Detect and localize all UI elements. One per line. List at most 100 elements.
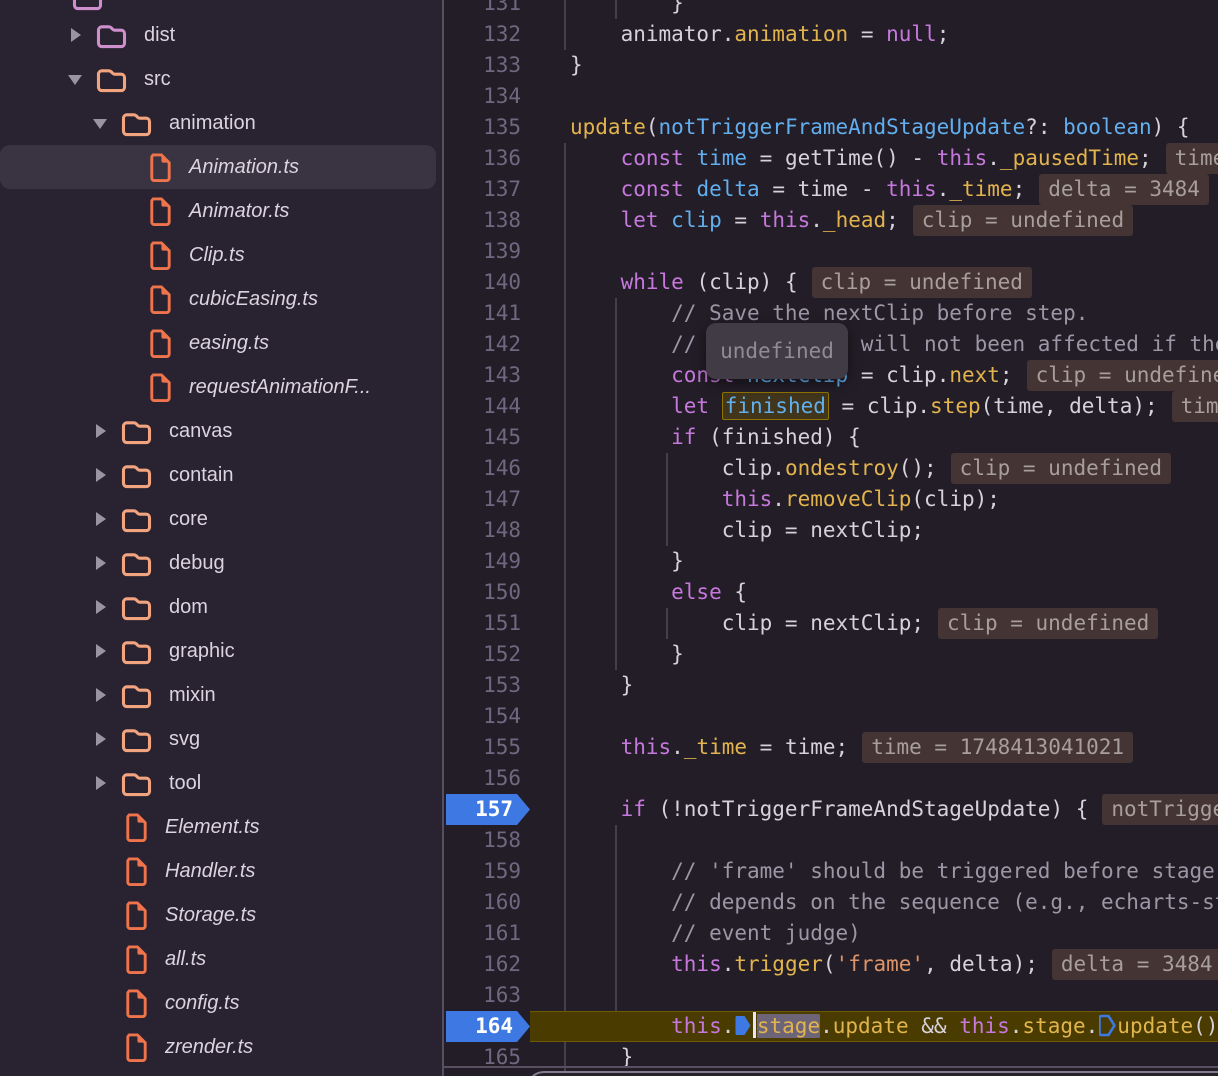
chevron-right-icon[interactable] [68,28,82,42]
code-text: } [570,50,583,81]
tree-item-handler-ts[interactable]: Handler.ts [0,849,442,893]
code-line-139[interactable]: 139 [444,236,1218,267]
inline-breakpoint-hollow-icon[interactable] [1099,1014,1116,1037]
chevron-right-icon[interactable] [93,644,107,658]
code-line-154[interactable]: 154 [444,701,1218,732]
tree-item-easing-ts[interactable]: easing.ts [0,321,442,365]
code-line-146[interactable]: 146 clip.ondestroy();clip = undefined [444,453,1218,484]
indent-guide [564,639,566,670]
code-line-149[interactable]: 149 } [444,546,1218,577]
code-line-144[interactable]: 144 let finished = clip.step(time, delta… [444,391,1218,422]
tree-item-dist[interactable]: dist [0,13,442,57]
inline-breakpoint-icon[interactable] [735,1014,752,1037]
chevron-right-icon[interactable] [93,512,107,526]
tree-item-core[interactable]: core [0,497,442,541]
tree-item-graphic[interactable]: graphic [0,629,442,673]
folder-icon [121,682,152,709]
code-line-162[interactable]: 162 this.trigger('frame', delta);delta =… [444,949,1218,980]
line-number: 150 [444,577,521,608]
code-line-133[interactable]: 133} [444,50,1218,81]
debug-hover-tooltip: undefined [706,323,848,379]
tree-item-storage-ts[interactable]: Storage.ts [0,893,442,937]
code-line-155[interactable]: 155 this._time = time;time = 17484130410… [444,732,1218,763]
code-line-138[interactable]: 138 let clip = this._head;clip = undefin… [444,205,1218,236]
tree-item-animation-ts[interactable]: Animation.ts [0,145,436,189]
token: . [772,487,785,511]
tree-item-contain[interactable]: contain [0,453,442,497]
code-line-158[interactable]: 158 [444,825,1218,856]
code-line-148[interactable]: 148 clip = nextClip; [444,515,1218,546]
code-line-160[interactable]: 160 // depends on the sequence (e.g., ec… [444,887,1218,918]
tree-item-animation[interactable]: animation [0,101,442,145]
code-line-157[interactable]: 157 if (!notTriggerFrameAndStageUpdate) … [444,794,1218,825]
tree-item-all-ts[interactable]: all.ts [0,937,442,981]
code-editor[interactable]: 131 }132 animator.animation = null;133}1… [444,0,1218,1076]
chevron-right-icon[interactable] [93,468,107,482]
code-line-150[interactable]: 150 else { [444,577,1218,608]
chevron-right-icon[interactable] [93,424,107,438]
chevron-down-icon[interactable] [68,72,82,86]
line-number: 140 [444,267,521,298]
line-number: 165 [444,1042,521,1073]
tree-item-requestanimationf-[interactable]: requestAnimationF... [0,365,442,409]
code-line-145[interactable]: 145 if (finished) { [444,422,1218,453]
chevron-right-icon[interactable] [93,732,107,746]
tree-item-config-ts[interactable]: config.ts [0,981,442,1025]
code-line-136[interactable]: 136 const time = getTime() - this._pause… [444,143,1218,174]
code-line-165[interactable]: 165 } [444,1042,1218,1073]
tree-item-tool[interactable]: tool [0,761,442,805]
tree-item-src[interactable]: src [0,57,442,101]
debug-line-badge[interactable]: 164 [446,1011,530,1042]
token: . [671,735,684,759]
tree-item-dom[interactable]: dom [0,585,442,629]
tree-item-animator-ts[interactable]: Animator.ts [0,189,442,233]
token: delta [696,177,759,201]
file-icon [148,241,172,270]
debug-widget-top[interactable] [526,1071,1218,1076]
tree-item-mixin[interactable]: mixin [0,673,442,717]
chevron-right-icon[interactable] [93,776,107,790]
code-line-132[interactable]: 132 animator.animation = null; [444,19,1218,50]
tree-item-zrender-ts[interactable]: zrender.ts [0,1025,442,1069]
tree-item-label: svg [169,728,200,751]
code-line-151[interactable]: 151 clip = nextClip;clip = undefined [444,608,1218,639]
token: removeClip [785,487,911,511]
code-line-131[interactable]: 131 } [444,0,1218,19]
chevron-right-icon[interactable] [93,600,107,614]
token: update [1117,1014,1193,1038]
tree-item-debug[interactable]: debug [0,541,442,585]
chevron-down-icon[interactable] [93,116,107,130]
token: this [570,1014,722,1038]
code-line-164[interactable]: 164 this.stage.update && this.stage.upda… [444,1011,1218,1042]
indent-guide [564,298,566,329]
tree-item-element-ts[interactable]: Element.ts [0,805,442,849]
tree-item-svg[interactable]: svg [0,717,442,761]
inline-debug-value: delta = 3484 [1052,949,1218,980]
tree-item-canvas[interactable]: canvas [0,409,442,453]
chevron-right-icon[interactable] [93,688,107,702]
code-line-152[interactable]: 152 } [444,639,1218,670]
code-line-134[interactable]: 134 [444,81,1218,112]
code-line-163[interactable]: 163 [444,980,1218,1011]
code-line-161[interactable]: 161 // event judge) [444,918,1218,949]
tree-item-cubiceasing-ts[interactable]: cubicEasing.ts [0,277,442,321]
code-line-140[interactable]: 140 while (clip) {clip = undefined [444,267,1218,298]
token: ; [886,208,899,232]
file-tree: dist src animation Animation.ts Animator.ts C… [0,13,442,1069]
chevron-right-icon[interactable] [93,556,107,570]
tree-item-label: Animation.ts [189,156,299,179]
code-text: this._time = time;time = 1748413041021 [570,732,1133,763]
tree-item-clip-ts[interactable]: Clip.ts [0,233,442,277]
line-number: 145 [444,422,521,453]
debug-line-badge[interactable]: 157 [446,794,530,825]
token: // Save the nextClip before step. [570,301,1088,325]
line-number: 154 [444,701,521,732]
code-line-159[interactable]: 159 // 'frame' should be triggered befor… [444,856,1218,887]
code-line-147[interactable]: 147 this.removeClip(clip); [444,484,1218,515]
code-line-156[interactable]: 156 [444,763,1218,794]
tree-item-label: src [144,68,171,91]
code-line-135[interactable]: 135update(notTriggerFrameAndStageUpdate?… [444,112,1218,143]
code-line-137[interactable]: 137 const delta = time - this._time;delt… [444,174,1218,205]
code-line-153[interactable]: 153 } [444,670,1218,701]
tree-item-label: Clip.ts [189,244,245,267]
